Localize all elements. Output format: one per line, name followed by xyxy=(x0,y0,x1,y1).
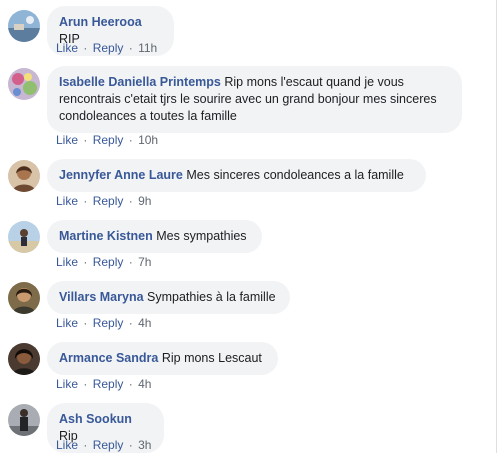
like-link[interactable]: Like xyxy=(56,255,78,269)
comment-actions: Like · Reply · 10h xyxy=(56,133,158,147)
comment-list: Arun Heerooa RIP Like · Reply · 11h Isab… xyxy=(0,0,497,453)
comment-bubble: Armance Sandra Rip mons Lescaut xyxy=(47,342,278,375)
beach-avatar-icon xyxy=(8,221,40,253)
landscape-avatar-icon xyxy=(8,10,40,42)
person-standing-avatar-icon xyxy=(8,404,40,436)
comment-timestamp[interactable]: 4h xyxy=(138,316,151,330)
floral-avatar-icon xyxy=(8,68,40,100)
avatar[interactable] xyxy=(8,404,40,436)
separator: · xyxy=(83,316,88,330)
comment-timestamp[interactable]: 9h xyxy=(138,194,151,208)
comment-text: Mes sympathies xyxy=(156,229,247,243)
separator: · xyxy=(128,255,133,269)
comment-actions: Like · Reply · 4h xyxy=(56,377,151,391)
separator: · xyxy=(128,438,133,452)
comment-text: Sympathies à la famille xyxy=(147,290,276,304)
reply-link[interactable]: Reply xyxy=(93,377,124,391)
reply-link[interactable]: Reply xyxy=(93,316,124,330)
comment-bubble: Martine Kistnen Mes sympathies xyxy=(47,220,262,253)
like-link[interactable]: Like xyxy=(56,194,78,208)
separator: · xyxy=(128,41,133,55)
person-avatar-icon xyxy=(8,282,40,314)
comment-author[interactable]: Isabelle Daniella Printemps xyxy=(59,75,221,89)
comment-bubble: Villars Maryna Sympathies à la famille xyxy=(47,281,290,314)
comment-timestamp[interactable]: 4h xyxy=(138,377,151,391)
separator: · xyxy=(128,377,133,391)
comment-author[interactable]: Arun Heerooa xyxy=(59,15,142,29)
comment-timestamp[interactable]: 3h xyxy=(138,438,151,452)
separator: · xyxy=(83,438,88,452)
comment-author[interactable]: Ash Sookun xyxy=(59,412,132,426)
comment-actions: Like · Reply · 4h xyxy=(56,316,151,330)
like-link[interactable]: Like xyxy=(56,41,78,55)
reply-link[interactable]: Reply xyxy=(93,255,124,269)
separator: · xyxy=(83,255,88,269)
comment-author[interactable]: Villars Maryna xyxy=(59,290,144,304)
separator: · xyxy=(128,133,133,147)
separator: · xyxy=(83,41,88,55)
like-link[interactable]: Like xyxy=(56,316,78,330)
comment-actions: Like · Reply · 11h xyxy=(56,41,157,55)
reply-link[interactable]: Reply xyxy=(93,133,124,147)
avatar[interactable] xyxy=(8,68,40,100)
like-link[interactable]: Like xyxy=(56,133,78,147)
comment-author[interactable]: Armance Sandra xyxy=(59,351,158,365)
comment-timestamp[interactable]: 7h xyxy=(138,255,151,269)
comment-actions: Like · Reply · 9h xyxy=(56,194,151,208)
comment-timestamp[interactable]: 10h xyxy=(138,133,158,147)
avatar[interactable] xyxy=(8,282,40,314)
like-link[interactable]: Like xyxy=(56,438,78,452)
separator: · xyxy=(128,194,133,208)
comment-bubble: Jennyfer Anne Laure Mes sinceres condole… xyxy=(47,159,426,192)
comment-actions: Like · Reply · 7h xyxy=(56,255,151,269)
comment-author[interactable]: Jennyfer Anne Laure xyxy=(59,168,183,182)
comment-author[interactable]: Martine Kistnen xyxy=(59,229,153,243)
comment-actions: Like · Reply · 3h xyxy=(56,438,151,452)
separator: · xyxy=(83,377,88,391)
reply-link[interactable]: Reply xyxy=(93,194,124,208)
avatar[interactable] xyxy=(8,221,40,253)
person-avatar-icon xyxy=(8,343,40,375)
like-link[interactable]: Like xyxy=(56,377,78,391)
separator: · xyxy=(83,194,88,208)
separator: · xyxy=(128,316,133,330)
avatar[interactable] xyxy=(8,160,40,192)
avatar[interactable] xyxy=(8,343,40,375)
comment-bubble: Isabelle Daniella Printemps Rip mons l'e… xyxy=(47,66,462,133)
avatar[interactable] xyxy=(8,10,40,42)
person-avatar-icon xyxy=(8,160,40,192)
reply-link[interactable]: Reply xyxy=(93,41,124,55)
separator: · xyxy=(83,133,88,147)
reply-link[interactable]: Reply xyxy=(93,438,124,452)
comment-timestamp[interactable]: 11h xyxy=(138,41,157,55)
comment-text: Rip mons Lescaut xyxy=(161,351,262,365)
comment-text: Mes sinceres condoleances a la famille xyxy=(186,168,404,182)
